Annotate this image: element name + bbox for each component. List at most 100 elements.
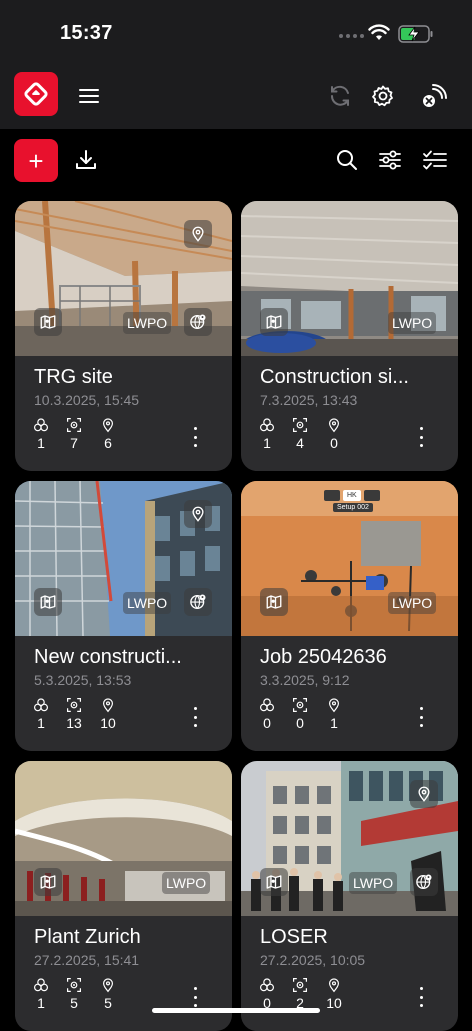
home-indicator[interactable] [152,1008,320,1013]
sync-icon[interactable] [322,78,358,114]
location-icon [94,977,122,995]
status-bar: 15:37 [0,0,472,70]
globe-icon [184,588,212,616]
battery-charging-icon [398,25,433,43]
targets-stat: 13 [60,697,88,731]
targets-stat: 0 [286,697,314,731]
wifi-icon [368,24,390,40]
project-thumbnail: LWPO [241,201,458,356]
project-date: 27.2.2025, 15:41 [34,952,140,968]
add-project-button[interactable]: + [14,139,58,182]
more-options-icon[interactable] [187,427,203,447]
project-tag: LWPO [349,872,398,894]
project-thumbnail: LWPO [15,201,232,356]
scans-stat: 1 [253,417,281,451]
project-card[interactable]: HK Setup 002 LWPO Job 25042636 3.3.2025,… [241,481,458,751]
scans-stat: 0 [253,697,281,731]
checklist-icon[interactable] [418,143,452,177]
scans-stat: 1 [27,977,55,1011]
app-header [0,70,472,129]
more-options-icon[interactable] [187,707,203,727]
project-date: 27.2.2025, 10:05 [260,952,366,968]
floor-plan-icon [260,588,288,616]
locations-count: 10 [326,995,342,1011]
scans-stat: 1 [27,417,55,451]
project-tag: LWPO [388,592,437,614]
location-pin-icon [410,780,438,808]
setup-label: Setup 002 [333,503,373,512]
floor-plan-icon [260,308,288,336]
scans-count: 1 [37,715,45,731]
project-title: TRG site [34,366,113,388]
project-thumbnail: LWPO [15,481,232,636]
overlay-badge: HK [343,490,361,501]
app-logo-icon[interactable] [14,72,58,116]
location-icon [320,417,348,435]
globe-icon [410,868,438,896]
targets-count: 13 [66,715,82,731]
scans-count: 1 [37,435,45,451]
globe-icon [184,308,212,336]
scans-icon [27,977,55,995]
hamburger-menu-icon[interactable] [71,78,107,114]
filter-icon[interactable] [373,143,407,177]
project-card[interactable]: LWPO LOSER 27.2.2025, 10:05 0 2 10 [241,761,458,1031]
locations-stat: 1 [320,697,348,731]
project-tag: LWPO [123,592,172,614]
device-disconnected-icon[interactable] [416,78,452,114]
targets-count: 0 [296,715,304,731]
targets-stat: 7 [60,417,88,451]
more-options-icon[interactable] [413,707,429,727]
project-tag: LWPO [123,312,172,334]
more-options-icon[interactable] [413,987,429,1007]
targets-stat: 2 [286,977,314,1011]
project-card[interactable]: LWPO New constructi... 5.3.2025, 13:53 1… [15,481,232,751]
location-icon [320,977,348,995]
locations-count: 10 [100,715,116,731]
floor-plan-icon [34,868,62,896]
project-card[interactable]: LWPO TRG site 10.3.2025, 15:45 1 7 6 [15,201,232,471]
location-pin-icon [184,500,212,528]
targets-stat: 5 [60,977,88,1011]
gear-icon[interactable] [365,78,401,114]
scans-icon [27,417,55,435]
scans-icon [253,977,281,995]
project-thumbnail: HK Setup 002 LWPO [241,481,458,636]
locations-stat: 6 [94,417,122,451]
targets-count: 7 [70,435,78,451]
project-thumbnail: LWPO [15,761,232,916]
target-icon [286,697,314,715]
more-options-icon[interactable] [413,427,429,447]
locations-stat: 10 [320,977,348,1011]
download-icon[interactable] [69,143,103,177]
project-date: 7.3.2025, 13:43 [260,392,358,408]
locations-count: 5 [104,995,112,1011]
project-title: Plant Zurich [34,926,141,948]
cellular-signal-icon [339,34,364,38]
scans-count: 1 [263,435,271,451]
location-icon [94,697,122,715]
floor-plan-icon [34,308,62,336]
floor-plan-icon [260,868,288,896]
floor-plan-icon [34,588,62,616]
scans-stat: 0 [253,977,281,1011]
locations-count: 1 [330,715,338,731]
scans-icon [253,697,281,715]
scans-count: 1 [37,995,45,1011]
location-pin-icon [184,220,212,248]
target-icon [60,417,88,435]
project-card[interactable]: LWPO Construction si... 7.3.2025, 13:43 … [241,201,458,471]
more-options-icon[interactable] [187,987,203,1007]
search-icon[interactable] [330,143,364,177]
project-title: Job 25042636 [260,646,387,668]
project-title: New constructi... [34,646,182,668]
target-icon [60,697,88,715]
scans-stat: 1 [27,697,55,731]
project-thumbnail: LWPO [241,761,458,916]
scans-count: 0 [263,715,271,731]
status-time: 15:37 [60,22,113,44]
project-title: LOSER [260,926,328,948]
project-card[interactable]: LWPO Plant Zurich 27.2.2025, 15:41 1 5 5 [15,761,232,1031]
locations-stat: 0 [320,417,348,451]
project-title: Construction si... [260,366,409,388]
